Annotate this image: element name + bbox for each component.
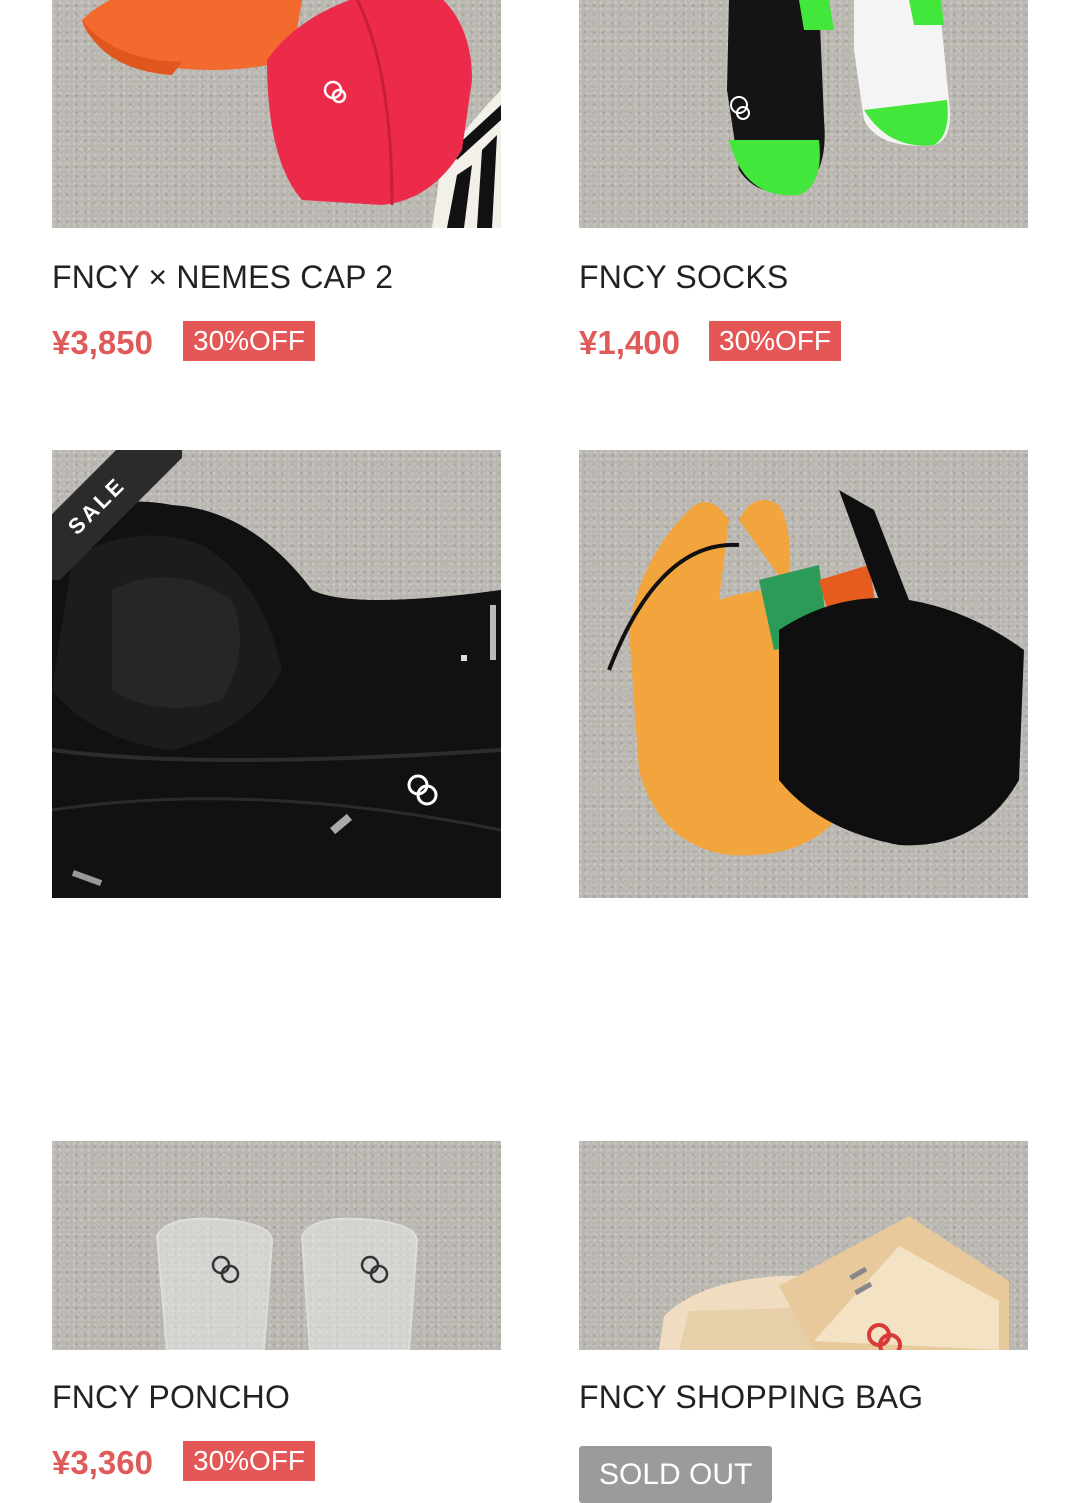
product-name[interactable]: FNCY SOCKS	[579, 259, 788, 296]
product-price: ¥3,360	[52, 1444, 153, 1481]
product-name[interactable]: FNCY PONCHO	[52, 1379, 290, 1416]
sale-ribbon: SALE	[52, 450, 182, 580]
product-image-cap[interactable]	[52, 0, 501, 228]
discount-badge: 30%OFF	[183, 321, 316, 361]
product-name[interactable]: FNCY SHOPPING BAG	[579, 1379, 923, 1416]
cap-illustration	[82, 0, 501, 228]
socks-illustration	[727, 0, 950, 196]
sale-label: SALE	[52, 450, 182, 580]
sold-out-badge: SOLD OUT	[579, 1446, 773, 1503]
glasses-illustration	[155, 1217, 419, 1350]
masu-box-illustration	[659, 1216, 1009, 1350]
product-image-poncho[interactable]: SALE	[52, 450, 501, 898]
product-price: ¥3,850	[52, 324, 153, 361]
product-image-shopping-bag[interactable]	[579, 450, 1028, 898]
shopping-bag-illustration	[607, 490, 1024, 856]
discount-badge: 30%OFF	[183, 1441, 316, 1481]
discount-badge: 30%OFF	[709, 321, 842, 361]
product-image-glasses[interactable]	[52, 1141, 501, 1350]
product-image-socks[interactable]	[579, 0, 1028, 228]
product-price: ¥1,400	[579, 324, 680, 361]
product-name[interactable]: FNCY × NEMES CAP 2	[52, 259, 393, 296]
product-image-masu-box[interactable]	[579, 1141, 1028, 1350]
